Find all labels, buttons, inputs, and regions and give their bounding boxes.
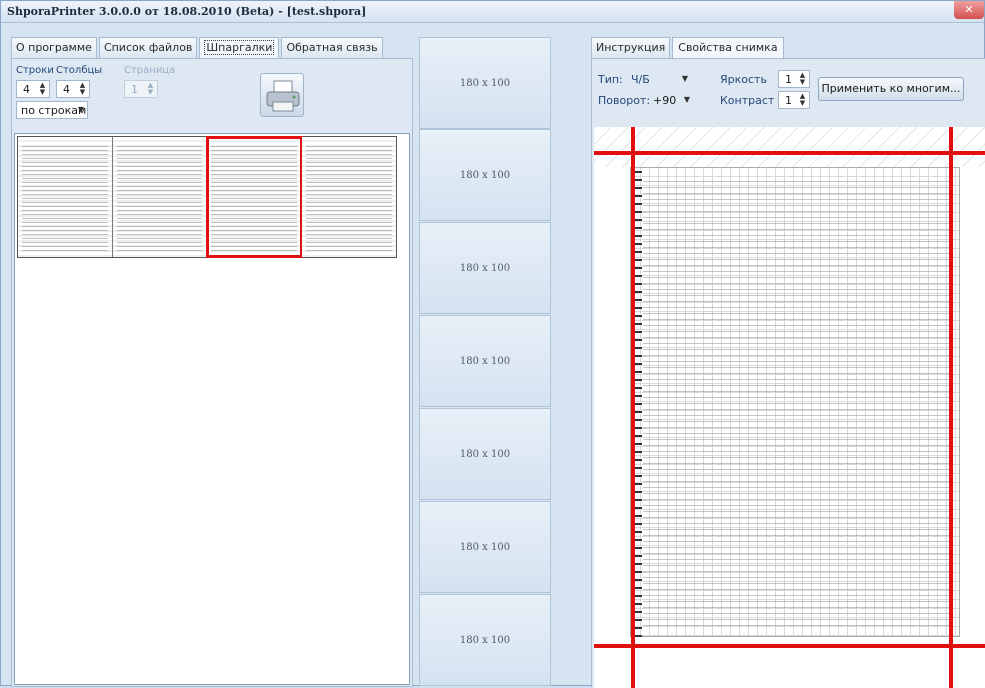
type-value: Ч/Б bbox=[631, 73, 650, 86]
type-label: Тип: bbox=[598, 73, 623, 86]
rotate-value: +90 bbox=[653, 94, 677, 107]
title-bar: ShporaPrinter 3.0.0.0 от 18.08.2010 (Bet… bbox=[1, 1, 984, 23]
thumbnail-2[interactable] bbox=[112, 137, 207, 257]
thumbnail-1[interactable] bbox=[18, 137, 113, 257]
right-tabbar: Инструкция Свойства снимка bbox=[591, 37, 786, 59]
tab-instructions-label: Инструкция bbox=[596, 41, 666, 54]
image-slot-list: 180 x 100 180 x 100 180 x 100 180 x 100 … bbox=[419, 37, 551, 687]
image-slot-3[interactable]: 180 x 100 bbox=[419, 222, 551, 314]
tab-cheatsheets-label: Шпаргалки bbox=[204, 40, 275, 55]
rotate-select[interactable]: +90 ▼ bbox=[648, 91, 694, 109]
order-value: по строкам bbox=[21, 104, 87, 117]
slot-size-label: 180 x 100 bbox=[459, 78, 511, 89]
rows-stepper[interactable]: 4 ▲ ▼ bbox=[16, 80, 50, 98]
crop-line-left[interactable] bbox=[631, 127, 635, 688]
image-slot-5[interactable]: 180 x 100 bbox=[419, 408, 551, 500]
contrast-label: Контраст bbox=[720, 94, 775, 107]
tab-about[interactable]: О программе bbox=[11, 37, 97, 59]
cheatsheet-preview bbox=[14, 133, 410, 685]
tab-file-list-label: Список файлов bbox=[103, 41, 193, 54]
app-window: ShporaPrinter 3.0.0.0 от 18.08.2010 (Bet… bbox=[0, 0, 985, 688]
crop-line-top[interactable] bbox=[594, 151, 985, 155]
background-sketch bbox=[594, 127, 985, 167]
tab-feedback[interactable]: Обратная связь bbox=[281, 37, 383, 59]
window-title: ShporaPrinter 3.0.0.0 от 18.08.2010 (Bet… bbox=[7, 5, 367, 18]
close-button[interactable]: ✕ bbox=[954, 1, 984, 19]
image-slot-7[interactable]: 180 x 100 bbox=[419, 594, 551, 686]
right-panel: Инструкция Свойства снимка Тип: Ч/Б ▼ По… bbox=[591, 37, 985, 688]
slot-size-label: 180 x 100 bbox=[459, 356, 511, 367]
tab-image-properties[interactable]: Свойства снимка bbox=[672, 37, 784, 59]
thumbnail-4[interactable] bbox=[301, 137, 396, 257]
chevron-down-icon: ▼ bbox=[77, 105, 84, 114]
slot-size-label: 180 x 100 bbox=[459, 449, 511, 460]
image-preview bbox=[594, 127, 985, 688]
contrast-stepper-arrows-icon[interactable]: ▲ ▼ bbox=[797, 93, 808, 107]
tab-about-label: О программе bbox=[16, 41, 92, 54]
image-slot-6[interactable]: 180 x 100 bbox=[419, 501, 551, 593]
tab-instructions[interactable]: Инструкция bbox=[591, 37, 671, 59]
contrast-stepper[interactable]: 1 ▲ ▼ bbox=[778, 91, 810, 109]
image-slot-1[interactable]: 180 x 100 bbox=[419, 37, 551, 129]
slot-size-label: 180 x 100 bbox=[459, 542, 511, 553]
print-button[interactable] bbox=[260, 73, 304, 117]
brightness-stepper-arrows-icon[interactable]: ▲ ▼ bbox=[797, 72, 808, 86]
crop-line-bottom[interactable] bbox=[594, 644, 985, 648]
chevron-down-icon: ▼ bbox=[681, 74, 688, 83]
rotate-label: Поворот: bbox=[598, 94, 651, 107]
tab-file-list[interactable]: Список файлов bbox=[98, 37, 198, 59]
cols-value: 4 bbox=[63, 83, 70, 96]
page-stepper-arrows-icon: ▲ ▼ bbox=[147, 81, 154, 96]
rows-value: 4 bbox=[23, 83, 30, 96]
tab-cheatsheets[interactable]: Шпаргалки bbox=[199, 37, 280, 59]
brightness-value: 1 bbox=[785, 73, 792, 86]
rows-stepper-arrows-icon[interactable]: ▲ ▼ bbox=[37, 82, 48, 96]
image-properties-panel: Тип: Ч/Б ▼ Поворот: +90 ▼ Яркость 1 ▲ ▼ К… bbox=[591, 58, 985, 688]
image-slot-2[interactable]: 180 x 100 bbox=[419, 129, 551, 221]
contrast-value: 1 bbox=[785, 94, 792, 107]
rows-label: Строки bbox=[16, 65, 54, 76]
thumbnail-3[interactable] bbox=[206, 136, 303, 258]
notebook-spiral bbox=[634, 167, 642, 637]
order-select[interactable]: по строкам ▼ bbox=[16, 101, 88, 119]
page-value: 1 bbox=[131, 83, 138, 96]
cols-stepper-arrows-icon[interactable]: ▲ ▼ bbox=[77, 82, 88, 96]
slot-size-label: 180 x 100 bbox=[459, 170, 511, 181]
type-select[interactable]: Ч/Б ▼ bbox=[626, 70, 692, 88]
cheatsheets-panel: Строки Столбцы Страница 4 ▲ ▼ 4 ▲ ▼ 1 ▲ ▼ п… bbox=[11, 58, 413, 687]
thumbnail-strip bbox=[17, 136, 397, 258]
left-panel: О программе Список файлов Шпаргалки Обра… bbox=[11, 37, 413, 687]
brightness-label: Яркость bbox=[720, 73, 767, 86]
slot-size-label: 180 x 100 bbox=[459, 263, 511, 274]
printer-icon bbox=[266, 80, 300, 112]
cols-label: Столбцы bbox=[56, 65, 103, 76]
notebook-photo bbox=[630, 167, 960, 637]
slot-size-label: 180 x 100 bbox=[459, 635, 511, 646]
image-slot-4[interactable]: 180 x 100 bbox=[419, 315, 551, 407]
cols-stepper[interactable]: 4 ▲ ▼ bbox=[56, 80, 90, 98]
tab-feedback-label: Обратная связь bbox=[286, 41, 378, 54]
tab-image-properties-label: Свойства снимка bbox=[678, 41, 778, 54]
page-label: Страница bbox=[124, 65, 176, 76]
chevron-down-icon: ▼ bbox=[683, 95, 690, 104]
crop-line-right[interactable] bbox=[949, 127, 953, 688]
brightness-stepper[interactable]: 1 ▲ ▼ bbox=[778, 70, 810, 88]
left-tabbar: О программе Список файлов Шпаргалки Обра… bbox=[11, 37, 385, 59]
page-stepper: 1 ▲ ▼ bbox=[124, 80, 158, 98]
apply-to-many-button[interactable]: Применить ко многим... bbox=[818, 77, 964, 101]
